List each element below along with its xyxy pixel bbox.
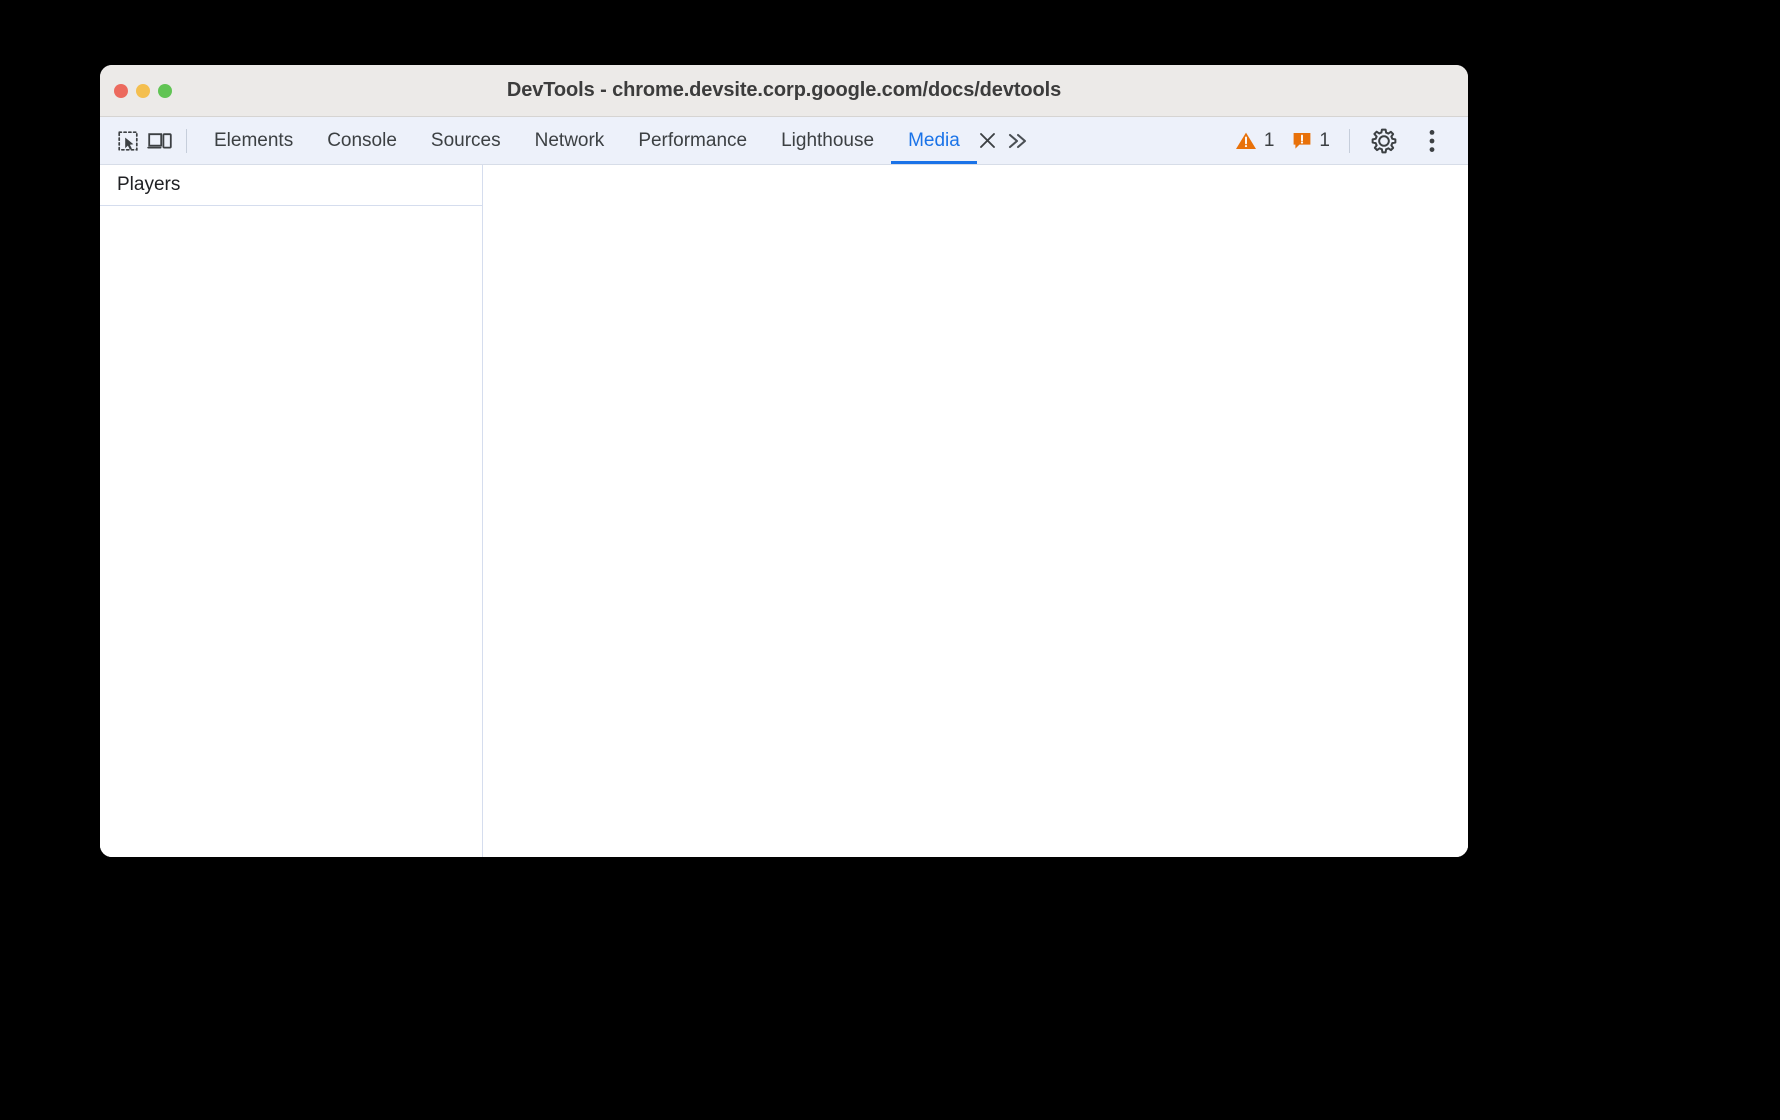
warning-triangle-icon [1235,131,1257,151]
toolbar-right-group: 1 1 [1226,117,1458,164]
toolbar-divider-right [1349,128,1350,153]
error-badge[interactable]: 1 [1283,130,1339,152]
traffic-light-group [114,65,172,116]
gear-icon[interactable] [1366,123,1402,159]
player-detail-panel[interactable] [483,165,1468,857]
panel-tab-list: Elements Console Sources Network Perform… [197,117,977,164]
players-sidebar-header: Players [100,165,482,206]
window-title: DevTools - chrome.devsite.corp.google.co… [506,79,1062,101]
warning-count: 1 [1263,129,1275,151]
window-titlebar: DevTools - chrome.devsite.corp.google.co… [100,65,1468,117]
tab-label: Elements [214,129,294,151]
tab-label: Network [534,129,605,151]
inspect-element-icon[interactable] [112,125,144,157]
tab-media[interactable]: Media [891,117,977,164]
devtools-toolbar: Elements Console Sources Network Perform… [100,117,1468,165]
tab-lighthouse[interactable]: Lighthouse [764,117,891,164]
maximize-window-button[interactable] [158,83,172,98]
tab-label: Performance [638,129,748,151]
warning-badge[interactable]: 1 [1226,130,1284,152]
device-toolbar-icon[interactable] [144,125,176,157]
players-sidebar: Players [100,165,483,857]
chevron-double-right-icon[interactable] [1001,126,1035,156]
close-icon[interactable] [973,126,1003,156]
devtools-window: DevTools - chrome.devsite.corp.google.co… [100,65,1468,857]
players-list[interactable] [100,206,482,857]
tab-elements[interactable]: Elements [197,117,310,164]
vertical-dots-icon[interactable] [1414,123,1450,159]
tab-network[interactable]: Network [518,117,622,164]
tab-label: Lighthouse [781,129,875,151]
tab-label: Sources [430,129,501,151]
error-badge-icon [1292,131,1312,151]
minimize-window-button[interactable] [136,83,150,98]
media-panel: Players [100,165,1468,857]
error-count: 1 [1319,129,1330,151]
tab-sources[interactable]: Sources [414,117,518,164]
close-window-button[interactable] [114,83,128,98]
tab-console[interactable]: Console [310,117,414,164]
tab-label: Media [908,129,960,151]
tab-performance[interactable]: Performance [621,117,764,164]
tab-label: Console [327,129,397,151]
toolbar-divider [186,128,187,153]
